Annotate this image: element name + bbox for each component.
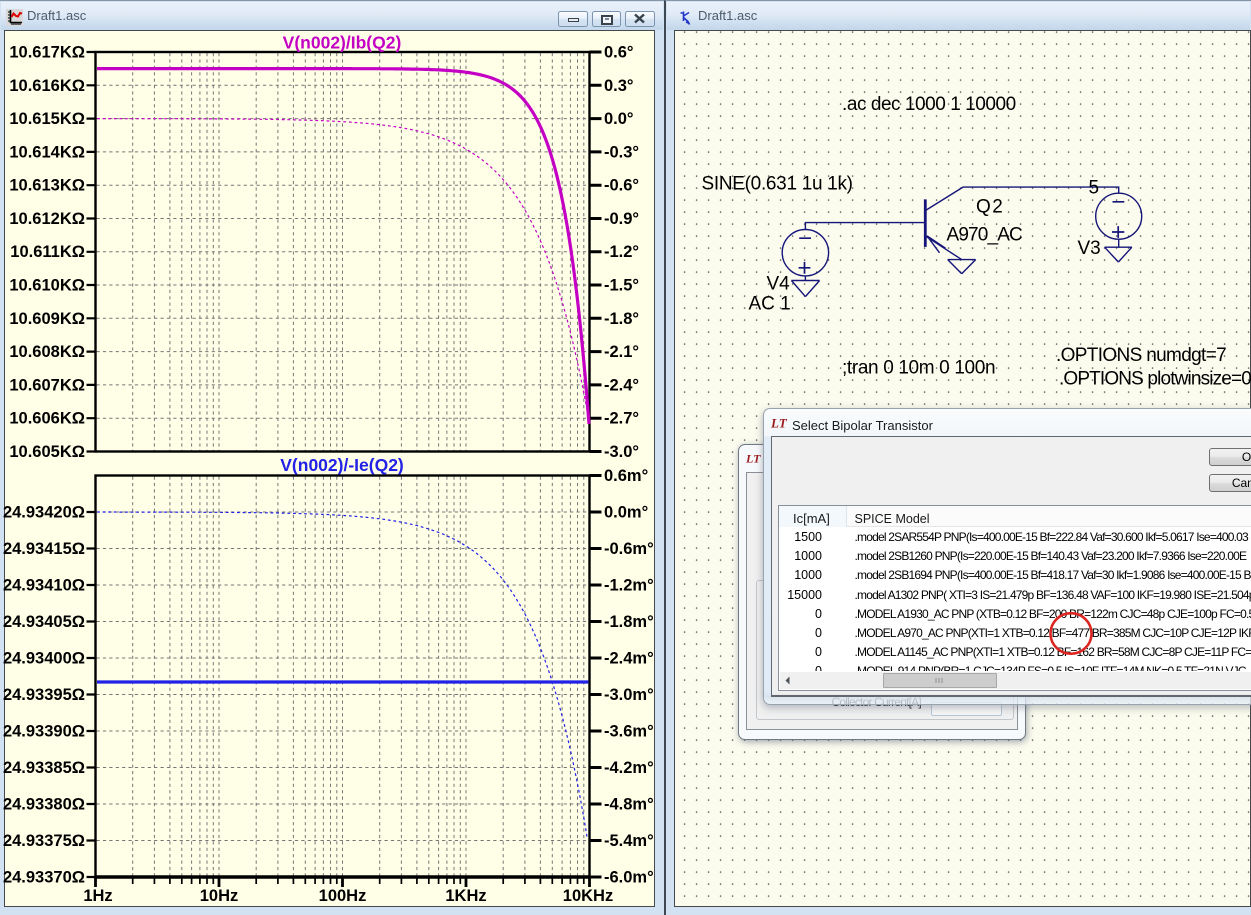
- svg-text:A970_AC: A970_AC: [947, 225, 1023, 246]
- svg-text:SINE(0.631 1u 1k): SINE(0.631 1u 1k): [702, 174, 853, 195]
- svg-text:5: 5: [1089, 178, 1100, 199]
- svg-text:.OPTIONS numdgt=7: .OPTIONS numdgt=7: [1056, 345, 1226, 366]
- svg-text:AC 1: AC 1: [749, 294, 791, 315]
- svg-text:LT: LT: [746, 452, 761, 466]
- svg-text:V4: V4: [767, 274, 791, 295]
- svg-text:.ac dec 1000 1 10000: .ac dec 1000 1 10000: [842, 94, 1016, 115]
- svg-text:Q2: Q2: [976, 197, 1004, 218]
- svg-text:.OPTIONS plotwinsize=0: .OPTIONS plotwinsize=0: [1059, 369, 1251, 390]
- svg-text:LT: LT: [771, 416, 788, 431]
- svg-text:V3: V3: [1078, 238, 1101, 259]
- svg-text:;tran 0 10m 0 100n: ;tran 0 10m 0 100n: [842, 358, 995, 379]
